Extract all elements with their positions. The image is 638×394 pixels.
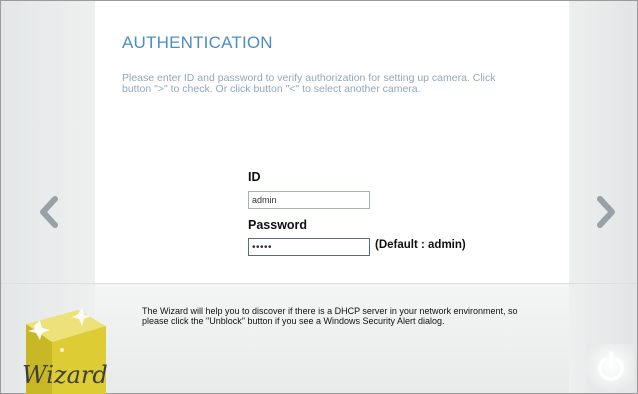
id-input[interactable] <box>248 191 370 209</box>
id-label: ID <box>248 170 261 184</box>
password-default-hint: (Default : admin) <box>375 239 466 251</box>
page-title: AUTHENTICATION <box>122 33 273 52</box>
footer-note: The Wizard will help you to discover if … <box>142 306 518 326</box>
chevron-right-icon <box>597 196 615 228</box>
next-button[interactable] <box>593 195 619 229</box>
power-button[interactable] <box>587 344 635 392</box>
chevron-left-icon <box>40 196 58 228</box>
password-input[interactable] <box>248 238 370 256</box>
wizard-logo-text: Wizard <box>22 361 108 389</box>
footer-band <box>95 283 569 393</box>
footer-divider <box>1 283 637 284</box>
instructions-text: Please enter ID and password to verify a… <box>122 72 496 95</box>
prev-button[interactable] <box>36 195 62 229</box>
power-icon <box>598 351 624 381</box>
password-label: Password <box>248 218 308 232</box>
